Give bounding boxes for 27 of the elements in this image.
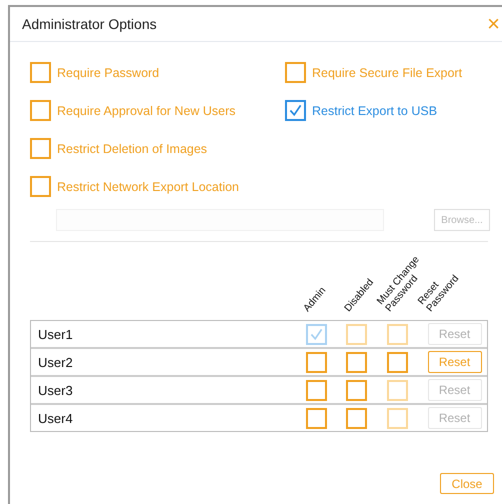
checkbox[interactable] <box>346 408 368 428</box>
user-name: User2 <box>37 354 74 370</box>
checkbox[interactable] <box>346 352 368 372</box>
option-label: Require Password <box>57 66 160 80</box>
checkbox[interactable] <box>306 380 327 400</box>
user-name: User1 <box>37 326 74 342</box>
checkbox[interactable] <box>285 100 306 121</box>
option-label: Restrict Network Export Location <box>57 180 240 194</box>
checkbox[interactable] <box>30 100 51 121</box>
option-label: Restrict Deletion of Images <box>57 142 208 156</box>
option-label: Restrict Export to USB <box>312 104 438 118</box>
checkbox[interactable] <box>30 62 51 83</box>
checkmark-icon <box>287 102 304 119</box>
user-name: User4 <box>37 410 74 426</box>
checkbox[interactable] <box>386 352 408 372</box>
checkbox[interactable] <box>30 138 51 159</box>
window-title: Administrator Options <box>22 16 157 32</box>
checkbox[interactable] <box>306 352 327 372</box>
checkbox[interactable] <box>346 380 368 400</box>
reset-button[interactable]: Reset <box>428 351 482 373</box>
option-label: Require Secure File Export <box>312 66 462 80</box>
option-label: Require Approval for New Users <box>57 104 236 118</box>
close-button[interactable]: Close <box>440 473 494 494</box>
checkbox[interactable] <box>30 176 51 197</box>
checkbox[interactable] <box>285 62 306 83</box>
user-name: User3 <box>37 382 74 398</box>
checkbox[interactable] <box>306 408 327 428</box>
